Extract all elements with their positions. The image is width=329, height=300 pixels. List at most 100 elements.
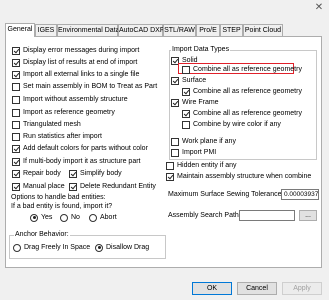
checkbox[interactable] [166, 161, 174, 170]
checkbox[interactable] [12, 82, 20, 91]
tab-point-cloud[interactable]: Point Cloud [243, 24, 283, 36]
tab-step[interactable]: STEP [220, 24, 243, 36]
tab-stl-raw[interactable]: STL/RAW [163, 24, 196, 36]
radio-button[interactable] [13, 243, 21, 252]
option-repair-body[interactable]: Repair body [12, 169, 61, 178]
option-label: Import as reference geometry [23, 109, 115, 116]
radio-button[interactable] [95, 243, 103, 252]
cancel-button[interactable]: Cancel [237, 282, 277, 295]
option-label: Maintain assembly structure when combine [177, 173, 312, 180]
option-label: If multi-body import it as structure par… [23, 158, 141, 165]
checkbox[interactable] [12, 157, 20, 166]
option-wire-color[interactable]: Combine by wire color if any [182, 120, 281, 129]
option-surface-combine[interactable]: Combine all as reference geometry [182, 87, 302, 96]
option-surface[interactable]: Surface [171, 76, 206, 85]
close-icon[interactable]: ✕ [312, 2, 326, 14]
radio-button[interactable] [60, 213, 68, 222]
option-label: Wire Frame [182, 99, 219, 106]
option-triangulated-mesh[interactable]: Triangulated mesh [12, 120, 81, 129]
option-solid-combine[interactable]: Combine all as reference geometry [182, 65, 302, 74]
option-multi-body[interactable]: If multi-body import it as structure par… [12, 157, 140, 166]
option-label: Run statistics after import [23, 133, 102, 140]
checkbox[interactable] [182, 87, 190, 96]
checkbox[interactable] [69, 182, 77, 191]
option-label: Surface [182, 77, 207, 84]
option-manual-place[interactable]: Manual place [12, 182, 65, 191]
checkbox[interactable] [69, 169, 77, 178]
search-path-input[interactable] [239, 210, 295, 221]
option-work-plane[interactable]: Work plane if any [171, 137, 236, 146]
radio-disallow-drag[interactable]: Disallow Drag [95, 243, 149, 252]
search-path-label: Assembly Search Path: [168, 212, 241, 219]
sewing-tolerance-label: Maximum Surface Sewing Tolerance: [168, 191, 284, 198]
option-label: Manual place [23, 183, 65, 190]
anchor-group-title: Anchor Behavior: [14, 231, 70, 238]
radio-label: Yes [41, 214, 53, 221]
checkbox[interactable] [12, 70, 20, 79]
option-label: Work plane if any [182, 138, 236, 145]
import-types-title: Import Data Types [171, 46, 231, 53]
option-display-errors[interactable]: Display error messages during import [12, 46, 139, 55]
option-wire-frame[interactable]: Wire Frame [171, 98, 219, 107]
general-panel: Display error messages during import Dis… [5, 36, 322, 268]
option-display-results[interactable]: Display list of results at end of import [12, 58, 137, 67]
option-label: Simplify body [80, 170, 122, 177]
checkbox[interactable] [171, 98, 179, 107]
radio-label: No [71, 214, 80, 221]
option-import-pmi[interactable]: Import PMI [171, 148, 216, 157]
option-default-colors[interactable]: Add default colors for parts without col… [12, 144, 148, 153]
checkbox[interactable] [171, 76, 179, 85]
radio-drag-freely[interactable]: Drag Freely In Space [13, 243, 90, 252]
option-label: Combine all as reference geometry [193, 66, 302, 73]
option-without-assembly[interactable]: Import without assembly structure [12, 95, 128, 104]
browse-button[interactable]: ... [299, 210, 317, 221]
option-label: Display error messages during import [23, 47, 140, 54]
checkbox[interactable] [12, 108, 20, 117]
option-reference-geometry[interactable]: Import as reference geometry [12, 108, 115, 117]
option-label: Hidden entity if any [177, 162, 237, 169]
option-hidden-entity[interactable]: Hidden entity if any [166, 161, 237, 170]
option-treat-as-part[interactable]: Set main assembly in BOM to Treat as Par… [12, 82, 157, 91]
checkbox[interactable] [12, 58, 20, 67]
radio-no[interactable]: No [60, 213, 80, 222]
radio-yes[interactable]: Yes [30, 213, 52, 222]
option-wire-combine[interactable]: Combine all as reference geometry [182, 109, 302, 118]
option-simplify-body[interactable]: Simplify body [69, 169, 122, 178]
checkbox[interactable] [12, 182, 20, 191]
checkbox[interactable] [171, 148, 179, 157]
checkbox[interactable] [166, 172, 174, 181]
bad-entities-title: Options to handle bad entities: [11, 194, 106, 201]
checkbox[interactable] [12, 46, 20, 55]
tab-general[interactable]: General [5, 23, 35, 37]
tab-iges[interactable]: IGES [35, 24, 57, 36]
option-label: Combine all as reference geometry [193, 88, 302, 95]
option-label: Combine all as reference geometry [193, 110, 302, 117]
option-delete-redundant[interactable]: Delete Redundant Entity [69, 182, 156, 191]
checkbox[interactable] [12, 95, 20, 104]
checkbox[interactable] [12, 144, 20, 153]
tab-pro-e[interactable]: Pro/E [196, 24, 220, 36]
tab-autocad-dxf[interactable]: AutoCAD DXF [118, 24, 164, 36]
option-label: Display list of results at end of import [23, 59, 138, 66]
checkbox[interactable] [182, 109, 190, 118]
option-label: Triangulated mesh [23, 121, 81, 128]
checkbox[interactable] [182, 65, 190, 74]
sewing-tolerance-input[interactable]: 0.00003937 [281, 189, 319, 200]
radio-label: Abort [100, 214, 117, 221]
checkbox[interactable] [12, 132, 20, 141]
option-maintain-assembly[interactable]: Maintain assembly structure when combine [166, 172, 311, 181]
ok-button[interactable]: OK [192, 282, 232, 295]
apply-button[interactable]: Apply [282, 282, 322, 295]
checkbox[interactable] [182, 120, 190, 129]
option-run-statistics[interactable]: Run statistics after import [12, 132, 102, 141]
option-label: Import without assembly structure [23, 96, 128, 103]
radio-button[interactable] [89, 213, 97, 222]
checkbox[interactable] [12, 120, 20, 129]
radio-button[interactable] [30, 213, 38, 222]
tab-environmental-data[interactable]: Environmental Data [57, 24, 119, 36]
checkbox[interactable] [171, 137, 179, 146]
checkbox[interactable] [12, 169, 20, 178]
option-label: Combine by wire color if any [193, 121, 281, 128]
option-import-external-links[interactable]: Import all external links to a single fi… [12, 70, 139, 79]
radio-abort[interactable]: Abort [89, 213, 117, 222]
